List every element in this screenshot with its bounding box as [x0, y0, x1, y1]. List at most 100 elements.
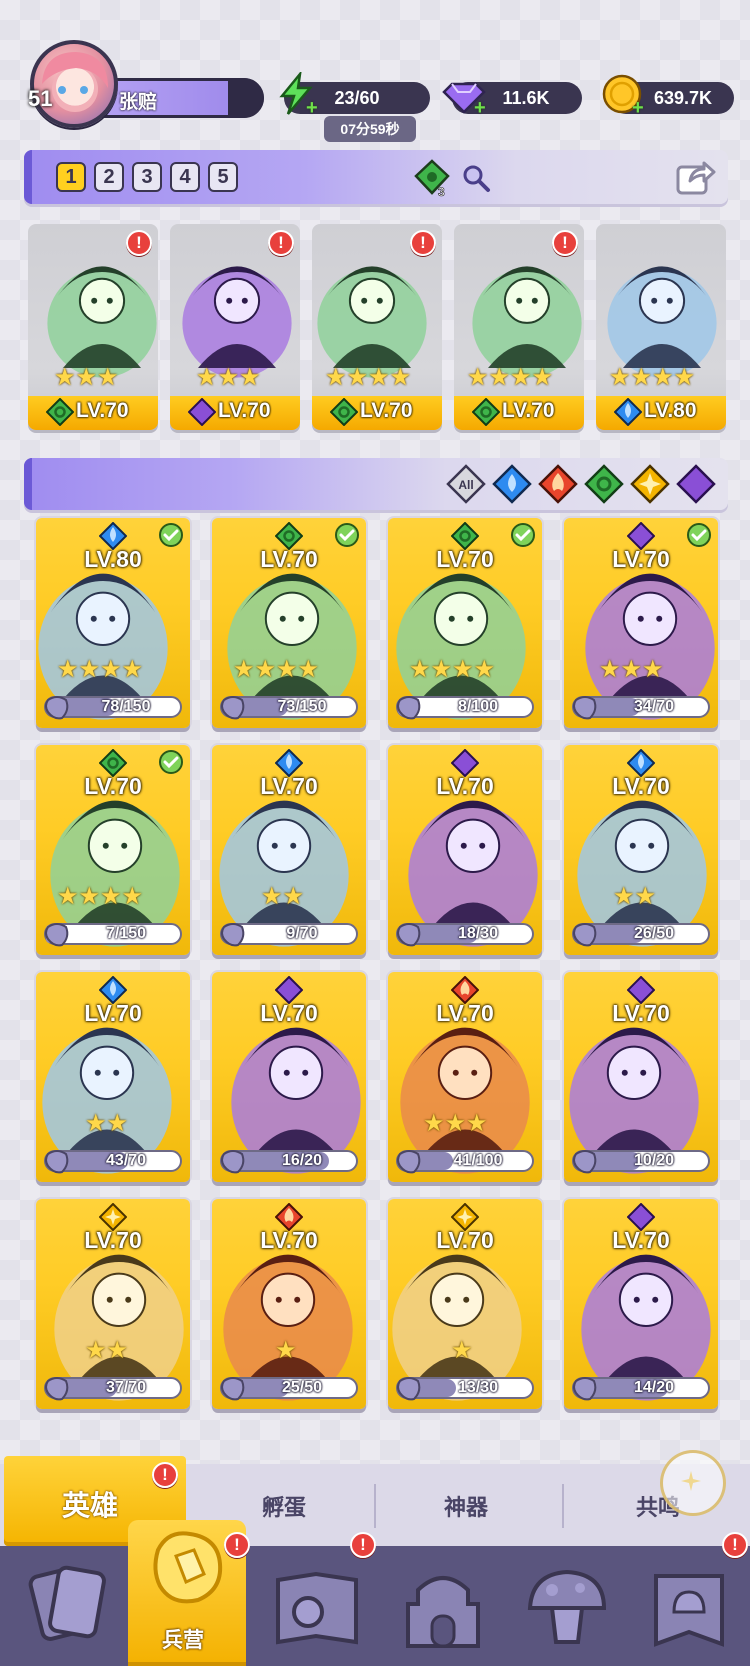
nav-journal[interactable] [262, 1550, 372, 1662]
team-power-icon[interactable]: 3 [412, 158, 452, 198]
hero-shard-progress: 18/30 [396, 923, 534, 947]
slot-alert-badge: ! [126, 230, 152, 256]
filter-wind-icon[interactable] [584, 464, 624, 504]
hero-shard-progress: 8/100 [396, 696, 534, 720]
hero-card[interactable]: LV.70 ★★★ 41/100 [388, 972, 542, 1182]
hero-card[interactable]: LV.70 ★★ 26/50 [564, 745, 718, 955]
hero-card[interactable]: LV.70 ★★★★ 73/150 [212, 518, 366, 728]
hero-card[interactable]: LV.70 ★★★★ 7/150 [36, 745, 190, 955]
hero-shard-progress: 13/30 [396, 1377, 534, 1401]
slot-stars: ★★★ [196, 364, 261, 391]
filter-light-icon[interactable] [630, 464, 670, 504]
check-icon [511, 523, 535, 547]
hero-shard-count: 26/50 [633, 925, 675, 942]
hero-level: LV.70 [612, 1000, 670, 1026]
filter-fire-icon[interactable] [538, 464, 578, 504]
hero-shard-count: 34/70 [633, 698, 675, 715]
hero-shard-progress: 41/100 [396, 1150, 534, 1174]
team-slot[interactable]: ★★★★ LV.80 [596, 224, 726, 430]
hero-shard-count: 18/30 [457, 925, 499, 942]
filter-dark-icon[interactable] [676, 464, 716, 504]
nav-mushroom[interactable] [512, 1550, 622, 1662]
gem-counter[interactable]: + 11.6K [442, 82, 582, 118]
check-icon [335, 523, 359, 547]
hero-card[interactable]: LV.70 ★ 25/50 [212, 1199, 366, 1409]
slot-stars: ★★★★ [467, 364, 554, 391]
top-bar: 张赔 51 + 23/60 07分59秒 + 11.6K + 639.7K [0, 0, 750, 142]
sparkle-icon [681, 1471, 701, 1491]
tab-hatch[interactable]: 孵蛋 [262, 1490, 306, 1522]
team-slot[interactable]: ★★★★ LV.70 ! [312, 224, 442, 430]
team-tab-3[interactable]: 3 [132, 162, 162, 192]
nav-journal-alert-badge: ! [350, 1532, 376, 1558]
hero-card[interactable]: LV.70 18/30 [388, 745, 542, 955]
player-name: 张赔 [119, 92, 158, 113]
hero-card[interactable]: LV.70 ★★ 37/70 [36, 1199, 190, 1409]
slot-stars: ★★★★ [325, 364, 412, 391]
hero-stars: ★★★ [599, 656, 664, 683]
hero-level: LV.70 [260, 1000, 318, 1026]
hero-card[interactable]: LV.80 ★★★★ 78/150 [36, 518, 190, 728]
team-tab-4[interactable]: 4 [170, 162, 200, 192]
shard-icon [573, 1377, 597, 1401]
shard-icon [573, 696, 597, 720]
hero-shard-progress: 73/150 [220, 696, 358, 720]
slot-level-bar: LV.70 [28, 396, 158, 430]
castle-icon [406, 1576, 480, 1648]
hero-card[interactable]: LV.70 ★★★★ 8/100 [388, 518, 542, 728]
slot-alert-badge: ! [410, 230, 436, 256]
energy-plus-icon[interactable]: + [306, 98, 322, 118]
energy-counter[interactable]: + 23/60 [279, 72, 430, 118]
team-tab-2[interactable]: 2 [94, 162, 124, 192]
filter-all-label: All [458, 478, 473, 492]
hero-shard-progress: 26/50 [572, 923, 710, 947]
hero-stars: ★★★★ [233, 656, 320, 683]
hero-shard-progress: 10/20 [572, 1150, 710, 1174]
hero-card[interactable]: LV.70 14/20 [564, 1199, 718, 1409]
tab-artifact[interactable]: 神器 [444, 1490, 488, 1522]
shard-icon [45, 1150, 69, 1174]
gold-plus-icon[interactable]: + [632, 98, 648, 118]
nav-barracks-alert-badge: ! [224, 1532, 250, 1558]
hero-card[interactable]: LV.70 10/20 [564, 972, 718, 1182]
filter-water-icon[interactable] [492, 464, 532, 504]
nav-guild-alert-badge: ! [722, 1532, 748, 1558]
slot-stars: ★★★★ [609, 364, 696, 391]
nav-guild[interactable] [634, 1550, 744, 1662]
team-slot[interactable]: ★★★★ LV.70 ! [454, 224, 584, 430]
avatar-hair-art [42, 52, 108, 94]
team-slot[interactable]: ★★★ LV.70 ! [28, 224, 158, 430]
slot-level: LV.70 [360, 399, 413, 422]
team-slot[interactable]: ★★★ LV.70 ! [170, 224, 300, 430]
team-tab-1[interactable]: 1 [56, 162, 86, 192]
shard-icon [45, 1377, 69, 1401]
element-filter-bar: All [24, 458, 728, 510]
hero-shard-progress: 9/70 [220, 923, 358, 947]
hero-stars: ★★★★ [409, 656, 496, 683]
hero-shard-count: 73/150 [277, 698, 327, 715]
slot-element-icon [472, 398, 500, 426]
share-icon[interactable] [674, 157, 716, 197]
hero-card[interactable]: LV.70 ★★★ 34/70 [564, 518, 718, 728]
nav-cards[interactable] [14, 1550, 124, 1662]
hero-card[interactable]: LV.70 ★★ 43/70 [36, 972, 190, 1182]
nav-castle[interactable] [388, 1550, 498, 1662]
floating-sparkle-button[interactable] [660, 1450, 726, 1516]
team-tab-5[interactable]: 5 [208, 162, 238, 192]
hero-level: LV.70 [84, 773, 142, 799]
gold-counter[interactable]: + 639.7K [602, 74, 734, 118]
hero-card[interactable]: LV.70 16/20 [212, 972, 366, 1182]
tab-divider [562, 1484, 564, 1528]
energy-timer: 07分59秒 [324, 116, 416, 142]
slot-level: LV.70 [218, 399, 271, 422]
filter-all-button[interactable]: All [446, 464, 486, 504]
check-icon [159, 750, 183, 774]
hero-shard-progress: 25/50 [220, 1377, 358, 1401]
search-icon[interactable] [461, 163, 491, 193]
gem-plus-icon[interactable]: + [474, 98, 490, 118]
tab-heroes-alert-badge: ! [152, 1462, 178, 1488]
hero-card[interactable]: LV.70 ★★ 9/70 [212, 745, 366, 955]
hero-stars: ★ [275, 1337, 297, 1364]
player-avatar[interactable] [30, 40, 118, 128]
hero-card[interactable]: LV.70 ★ 13/30 [388, 1199, 542, 1409]
